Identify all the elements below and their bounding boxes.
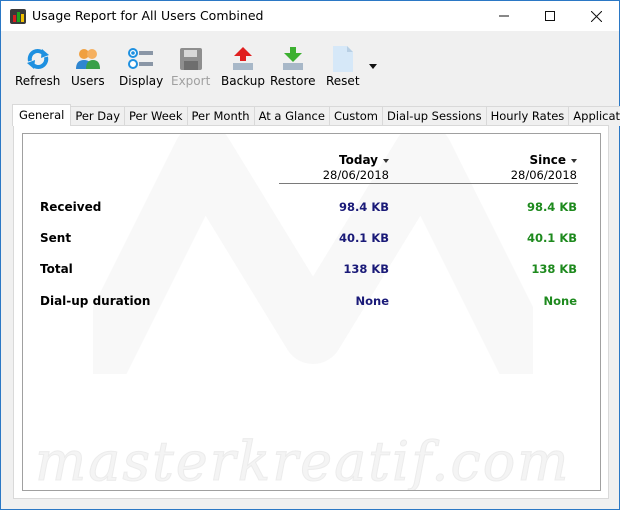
users-label: Users bbox=[71, 74, 105, 88]
today-value: 98.4 KB bbox=[338, 200, 389, 214]
blank-document-icon bbox=[332, 46, 353, 72]
since-caret-icon bbox=[571, 158, 577, 163]
tab-general[interactable]: General bbox=[12, 104, 72, 126]
close-button[interactable] bbox=[573, 1, 619, 31]
reset-button[interactable]: Reset bbox=[326, 45, 360, 91]
since-value: 40.1 KB bbox=[526, 231, 577, 245]
close-icon bbox=[590, 10, 602, 22]
minimize-button[interactable] bbox=[481, 1, 527, 31]
report-row-total: Total 138 KB 138 KB bbox=[40, 262, 580, 278]
tab-dial-up-sessions[interactable]: Dial-up Sessions bbox=[382, 106, 487, 126]
since-column-header[interactable]: Since 28/06/2018 bbox=[511, 153, 577, 182]
floppy-disk-icon bbox=[179, 48, 202, 70]
restore-label: Restore bbox=[270, 74, 316, 88]
today-value: 138 KB bbox=[343, 262, 389, 276]
report-panel: masterkreatif.com Today 28/06/2018 Since… bbox=[22, 133, 601, 491]
today-value: 40.1 KB bbox=[338, 231, 389, 245]
users-icon bbox=[75, 49, 100, 69]
window-title: Usage Report for All Users Combined bbox=[32, 8, 264, 23]
watermark-text: masterkreatif.com bbox=[34, 430, 571, 491]
tab-custom[interactable]: Custom bbox=[328, 106, 383, 126]
general-tab-panel: masterkreatif.com Today 28/06/2018 Since… bbox=[13, 125, 609, 499]
users-button[interactable]: Users bbox=[71, 45, 105, 91]
export-button[interactable]: Export bbox=[171, 45, 210, 91]
title-bar[interactable]: Usage Report for All Users Combined bbox=[1, 1, 619, 31]
bar-chart-icon bbox=[10, 9, 26, 24]
since-value: 138 KB bbox=[531, 262, 577, 276]
download-arrow-icon bbox=[282, 47, 303, 70]
since-value: None bbox=[543, 294, 577, 308]
tab-per-month[interactable]: Per Month bbox=[186, 106, 255, 126]
minimize-icon bbox=[499, 15, 509, 17]
report-row-dial-up-duration: Dial-up duration None None bbox=[40, 294, 580, 310]
dropdown-arrow-icon[interactable] bbox=[369, 64, 377, 69]
today-column-header[interactable]: Today 28/06/2018 bbox=[323, 153, 389, 182]
backup-label: Backup bbox=[221, 74, 265, 88]
today-header-label: Today bbox=[339, 153, 378, 167]
tab-bar: General Per Day Per Week Per Month At a … bbox=[12, 104, 620, 126]
row-label: Received bbox=[40, 200, 102, 214]
tab-per-day[interactable]: Per Day bbox=[70, 106, 126, 126]
since-value: 98.4 KB bbox=[526, 200, 577, 214]
maximize-icon bbox=[545, 11, 555, 21]
since-header-label: Since bbox=[529, 153, 566, 167]
tab-applications[interactable]: Applications bbox=[568, 106, 620, 126]
today-value: None bbox=[355, 294, 389, 308]
refresh-icon bbox=[26, 49, 49, 69]
header-divider bbox=[279, 183, 578, 184]
app-window: Usage Report for All Users Combined Refr… bbox=[0, 0, 620, 510]
display-label: Display bbox=[119, 74, 164, 88]
refresh-label: Refresh bbox=[15, 74, 61, 88]
upload-arrow-icon bbox=[233, 47, 253, 70]
tab-at-a-glance[interactable]: At a Glance bbox=[253, 106, 330, 126]
refresh-button[interactable]: Refresh bbox=[15, 45, 60, 91]
display-list-icon bbox=[128, 48, 154, 69]
restore-button[interactable]: Restore bbox=[270, 45, 316, 91]
row-label: Sent bbox=[40, 231, 72, 245]
report-row-sent: Sent 40.1 KB 40.1 KB bbox=[40, 231, 580, 247]
row-label: Total bbox=[40, 262, 73, 276]
maximize-button[interactable] bbox=[527, 1, 573, 31]
tab-per-week[interactable]: Per Week bbox=[124, 106, 188, 126]
today-caret-icon bbox=[383, 158, 389, 163]
row-label: Dial-up duration bbox=[40, 294, 151, 308]
report-row-received: Received 98.4 KB 98.4 KB bbox=[40, 200, 580, 216]
tab-hourly-rates[interactable]: Hourly Rates bbox=[485, 106, 570, 126]
toolbar: Refresh Users Display Export Backup Rest… bbox=[1, 31, 619, 95]
since-date: 28/06/2018 bbox=[510, 168, 577, 182]
watermark-logo-icon bbox=[93, 134, 533, 374]
export-label: Export bbox=[171, 74, 211, 88]
backup-button[interactable]: Backup bbox=[221, 45, 265, 91]
reset-label: Reset bbox=[326, 74, 360, 88]
today-date: 28/06/2018 bbox=[322, 168, 389, 182]
display-button[interactable]: Display bbox=[119, 45, 163, 91]
